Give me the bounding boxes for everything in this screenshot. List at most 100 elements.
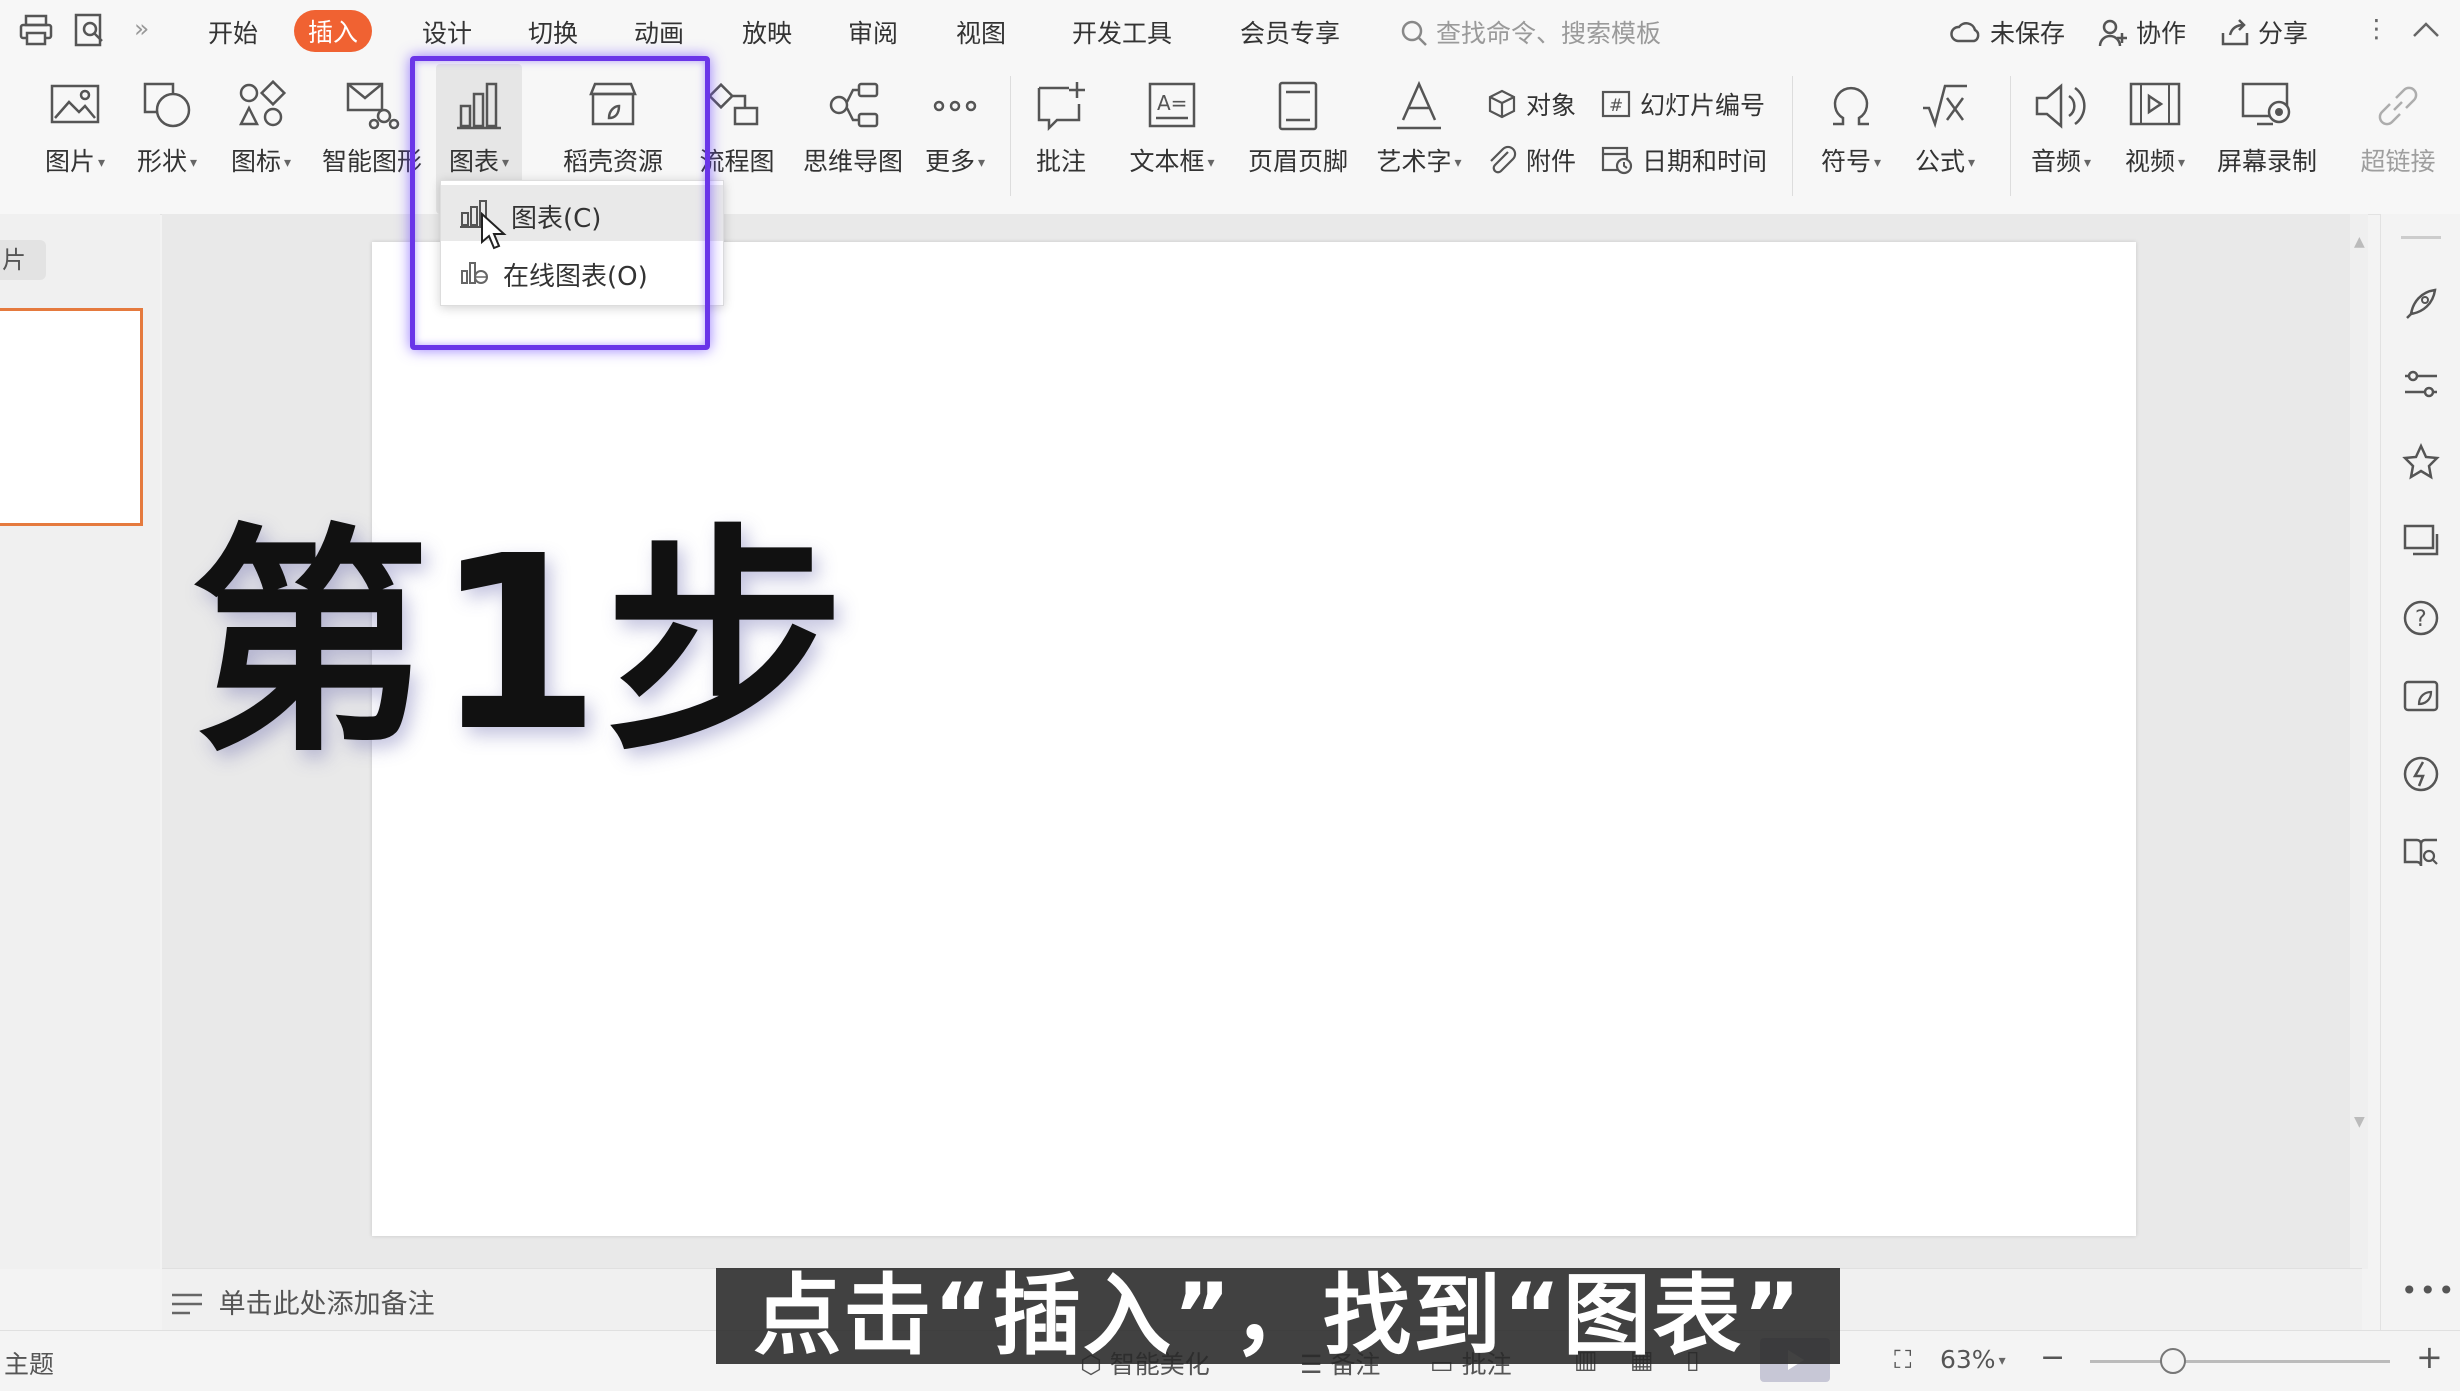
- header-footer-icon: [1278, 81, 1318, 131]
- zoom-slider[interactable]: [2090, 1360, 2390, 1363]
- vertical-scrollbar[interactable]: ▲ ▼: [2350, 214, 2368, 1269]
- share-button[interactable]: 分享: [2220, 14, 2308, 50]
- menu-item-view[interactable]: 视图: [956, 14, 1006, 50]
- zoom-out-icon[interactable]: −: [2040, 1340, 2065, 1375]
- audio-button[interactable]: 音频 ▾: [2014, 64, 2108, 214]
- lightning-icon[interactable]: [2401, 754, 2441, 794]
- share-icon: [2221, 19, 2249, 46]
- menu-item-home[interactable]: 开始: [208, 14, 258, 50]
- ribbon-divider: [2010, 76, 2011, 196]
- scroll-down-icon[interactable]: ▼: [2354, 1114, 2365, 1130]
- notes-list-icon: [172, 1293, 202, 1315]
- right-sidebar: ? •••: [2380, 214, 2460, 1334]
- slide-number-button[interactable]: # 幻灯片编号: [1600, 86, 1765, 122]
- datetime-button[interactable]: 日期和时间: [1600, 142, 1767, 178]
- insert-ribbon: 图片 ▾ 形状 ▾ 图标 ▾ 智能图形 图表 ▾ 稻壳资源 流程图 思维导图 更…: [0, 64, 2460, 215]
- transition-icon[interactable]: [2401, 520, 2441, 560]
- scroll-up-icon[interactable]: ▲: [2354, 234, 2365, 250]
- menu-item-transition[interactable]: 切换: [528, 14, 578, 50]
- slide-number-label: 幻灯片编号: [1639, 91, 1765, 120]
- attachment-button[interactable]: 附件: [1486, 142, 1576, 178]
- shape-label: 形状: [136, 147, 187, 176]
- more-horizontal-icon[interactable]: •••: [2401, 1274, 2457, 1307]
- menu-item-insert[interactable]: 插入: [294, 10, 373, 52]
- more-vertical-icon[interactable]: ⋮: [2364, 14, 2389, 43]
- print-icon[interactable]: [18, 12, 54, 48]
- header-footer-button[interactable]: 页眉页脚: [1240, 64, 1356, 214]
- more-button[interactable]: 更多 ▾: [912, 64, 998, 214]
- symbol-button[interactable]: 符号 ▾: [1806, 64, 1896, 214]
- theme-label[interactable]: 主题: [4, 1345, 54, 1381]
- menu-item-design[interactable]: 设计: [422, 14, 472, 50]
- book-icon[interactable]: [2401, 832, 2441, 872]
- menu-item-animation[interactable]: 动画: [634, 14, 684, 50]
- star-icon[interactable]: [2401, 442, 2441, 482]
- rocket-icon[interactable]: [2401, 284, 2441, 324]
- thumbnail-tab[interactable]: 片: [0, 240, 46, 280]
- flowchart-icon: [709, 82, 759, 126]
- more-quick-icon[interactable]: »: [134, 14, 149, 43]
- screen-record-icon: [2241, 82, 2291, 126]
- cube-icon: [1488, 89, 1516, 119]
- smartart-label: 智能图形: [321, 147, 422, 176]
- notes-placeholder[interactable]: 单击此处添加备注: [172, 1282, 435, 1321]
- textbox-button[interactable]: A= 文本框 ▾: [1122, 64, 1222, 214]
- shape-icon: [143, 82, 191, 128]
- icons-icon: [238, 80, 287, 127]
- hyperlink-label: 超链接: [2360, 147, 2436, 176]
- menu-bar: » 开始 插入 设计 切换 动画 放映 审阅 视图 开发工具 会员专享 查找命令…: [0, 0, 2460, 64]
- picture-button[interactable]: 图片 ▾: [32, 64, 118, 214]
- formula-button[interactable]: 公式 ▾: [1900, 64, 1990, 214]
- collab-label: 协作: [2135, 19, 2186, 48]
- tutorial-highlight-frame: [410, 56, 710, 350]
- sidebar-handle: [2401, 236, 2441, 239]
- zoom-value: 63%: [1940, 1345, 1996, 1374]
- paperclip-icon: [1490, 145, 1517, 174]
- slide-thumbnail[interactable]: [0, 308, 143, 526]
- wordart-label: 艺术字: [1376, 147, 1452, 176]
- hyperlink-button[interactable]: 超链接: [2348, 64, 2448, 214]
- svg-text:#: #: [1609, 96, 1623, 116]
- menu-item-review[interactable]: 审阅: [848, 14, 898, 50]
- help-icon[interactable]: ?: [2401, 598, 2441, 638]
- header-footer-label: 页眉页脚: [1247, 147, 1348, 176]
- icon-library-button[interactable]: 图标 ▾: [218, 64, 304, 214]
- object-button[interactable]: 对象: [1486, 86, 1576, 122]
- collapse-ribbon-icon[interactable]: [2408, 12, 2444, 48]
- settings-sliders-icon[interactable]: [2401, 364, 2441, 404]
- mindmap-button[interactable]: 思维导图: [792, 64, 914, 214]
- mindmap-icon: [829, 82, 879, 128]
- calendar-clock-icon: [1601, 146, 1633, 175]
- screen-record-button[interactable]: 屏幕录制: [2206, 64, 2328, 214]
- menu-item-member[interactable]: 会员专享: [1240, 14, 1340, 50]
- video-button[interactable]: 视频 ▾: [2108, 64, 2202, 214]
- gallery-icon[interactable]: [2401, 676, 2441, 716]
- unsaved-button[interactable]: 未保存: [1950, 14, 2065, 50]
- hash-icon: #: [1601, 90, 1631, 118]
- textbox-icon: A=: [1148, 82, 1196, 128]
- flowchart-label: 流程图: [699, 147, 775, 176]
- ribbon-divider: [1010, 76, 1011, 196]
- comment-button[interactable]: 批注: [1020, 64, 1102, 214]
- menu-item-slideshow[interactable]: 放映: [742, 14, 792, 50]
- search-icon: [1401, 20, 1427, 46]
- wordart-icon: [1397, 80, 1441, 130]
- audio-label: 音频: [2030, 147, 2081, 176]
- print-preview-icon[interactable]: [72, 12, 108, 48]
- share-label: 分享: [2257, 19, 2308, 48]
- zoom-in-icon[interactable]: +: [2416, 1338, 2443, 1376]
- formula-label: 公式: [1914, 147, 1965, 176]
- wordart-button[interactable]: 艺术字 ▾: [1366, 64, 1472, 214]
- zoom-level[interactable]: 63% ▾: [1940, 1345, 2006, 1374]
- user-add-icon: [2098, 19, 2127, 47]
- collab-button[interactable]: 协作: [2098, 14, 2186, 50]
- icon-label: 图标: [230, 147, 281, 176]
- shape-button[interactable]: 形状 ▾: [124, 64, 210, 214]
- fit-window-icon[interactable]: ⛶: [1894, 1345, 1912, 1375]
- svg-text:A=: A=: [1157, 91, 1187, 115]
- zoom-slider-handle[interactable]: [2160, 1348, 2186, 1374]
- menu-item-developer[interactable]: 开发工具: [1072, 14, 1172, 50]
- svg-text:?: ?: [2415, 607, 2427, 632]
- command-search[interactable]: 查找命令、搜索模板: [1400, 14, 1661, 50]
- symbol-label: 符号: [1820, 147, 1871, 176]
